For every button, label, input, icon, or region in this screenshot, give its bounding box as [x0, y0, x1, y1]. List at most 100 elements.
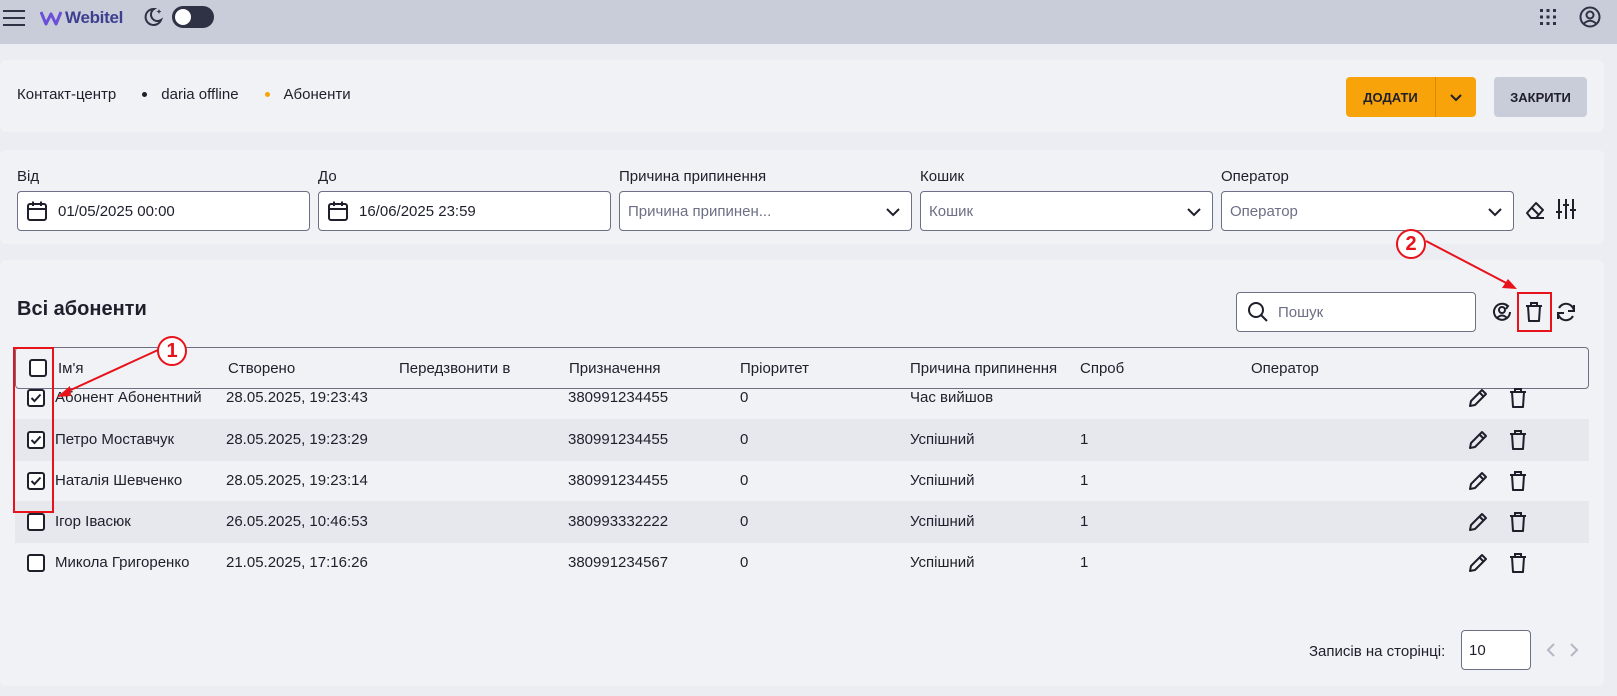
column-header-operator[interactable]: Оператор [1251, 360, 1319, 377]
column-header-priority[interactable]: Пріоритет [740, 360, 809, 377]
filter-from: Від 01/05/2025 00:00 [17, 168, 310, 231]
add-dropdown-button[interactable] [1436, 77, 1476, 117]
cell-reason: Успішний [910, 554, 975, 571]
table-row[interactable]: Наталія Шевченко 28.05.2025, 19:23:14 38… [15, 460, 1589, 502]
table-row[interactable]: Микола Григоренко 21.05.2025, 17:16:26 3… [15, 542, 1589, 584]
app-logo[interactable]: Webitel [40, 6, 123, 30]
refresh-icon[interactable] [1554, 300, 1578, 324]
pencil-icon[interactable] [1466, 551, 1490, 575]
breadcrumb-item: Абоненти [239, 86, 351, 103]
chevron-right-icon[interactable] [1567, 642, 1581, 658]
cell-reason: Успішний [910, 472, 975, 489]
hamburger-icon[interactable] [3, 8, 25, 28]
date-from-input[interactable]: 01/05/2025 00:00 [17, 191, 310, 231]
cell-priority: 0 [740, 389, 749, 406]
cell-name: Микола Григоренко [55, 554, 190, 571]
subscribers-table-panel: Всі абоненти Пошук Ім'я Створено Передзв… [0, 260, 1604, 686]
annotation-box-checkboxes [13, 347, 54, 513]
pencil-icon[interactable] [1466, 469, 1490, 493]
user-swap-icon[interactable] [1490, 300, 1514, 324]
breadcrumb-dot [264, 92, 270, 97]
cell-destination: 380991234455 [568, 472, 669, 489]
column-header-created[interactable]: Створено [228, 360, 295, 377]
column-header-destination[interactable]: Призначення [569, 360, 661, 377]
cell-attempts: 1 [1080, 431, 1089, 448]
pencil-icon[interactable] [1466, 510, 1490, 534]
theme-toggle[interactable] [172, 6, 214, 28]
add-button-group: ДОДАТИ [1346, 77, 1476, 117]
chevron-down-icon [1187, 208, 1201, 217]
sliders-icon[interactable] [1555, 197, 1577, 221]
cell-name: Петро Моставчук [55, 431, 175, 448]
filter-operator: Оператор Оператор [1221, 168, 1514, 231]
pencil-icon[interactable] [1466, 386, 1490, 410]
cell-name: Абонент Абонентний [55, 389, 202, 406]
reason-select[interactable]: Причина припинен... [619, 191, 912, 231]
date-to-input[interactable]: 16/06/2025 23:59 [318, 191, 611, 231]
filter-to: До 16/06/2025 23:59 [318, 168, 611, 231]
column-header-attempts[interactable]: Спроб [1080, 360, 1124, 377]
cart-select-placeholder: Кошик [929, 202, 974, 220]
cell-destination: 380991234455 [568, 431, 669, 448]
table-row[interactable]: Петро Моставчук 28.05.2025, 19:23:29 380… [15, 419, 1589, 461]
cell-created: 28.05.2025, 19:23:43 [226, 389, 368, 406]
top-bar: Webitel [0, 0, 1617, 44]
pencil-icon[interactable] [1466, 428, 1490, 452]
chevron-down-icon [886, 208, 900, 217]
operator-select[interactable]: Оператор [1221, 191, 1514, 231]
cell-reason: Успішний [910, 513, 975, 530]
trash-icon[interactable] [1506, 469, 1530, 493]
chevron-left-icon[interactable] [1544, 642, 1558, 658]
breadcrumb-label: daria offline [161, 86, 239, 103]
breadcrumb-label: Абоненти [283, 86, 351, 103]
column-header-callback[interactable]: Передзвонити в [399, 360, 510, 377]
cell-reason: Час вийшов [910, 389, 994, 406]
cell-name: Наталія Шевченко [55, 472, 183, 489]
filter-from-label: Від [17, 168, 40, 185]
account-icon[interactable] [1579, 6, 1601, 28]
date-from-value: 01/05/2025 00:00 [58, 202, 175, 220]
chevron-down-icon [1488, 208, 1502, 217]
search-input[interactable]: Пошук [1236, 292, 1476, 332]
cart-select[interactable]: Кошик [920, 191, 1213, 231]
cell-name: Ігор Івасюк [55, 513, 131, 530]
apps-grid-icon[interactable] [1539, 8, 1557, 26]
column-header-reason[interactable]: Причина припинення [910, 360, 1057, 377]
add-button[interactable]: ДОДАТИ [1346, 77, 1436, 117]
filter-cart-label: Кошик [920, 168, 965, 185]
calendar-icon [27, 201, 47, 221]
trash-icon[interactable] [1506, 510, 1530, 534]
cell-reason: Успішний [910, 431, 975, 448]
table-row[interactable]: Абонент Абонентний 28.05.2025, 19:23:43 … [15, 377, 1589, 419]
chevron-down-icon [1450, 94, 1462, 102]
row-checkbox[interactable] [27, 513, 45, 531]
table-title: Всі абоненти [17, 298, 147, 320]
column-header-name[interactable]: Ім'я [58, 360, 83, 377]
trash-icon[interactable] [1506, 428, 1530, 452]
table-row[interactable]: Ігор Івасюк 26.05.2025, 10:46:53 3809933… [15, 501, 1589, 543]
row-checkbox[interactable] [27, 554, 45, 572]
annotation-box-bulk-delete [1517, 292, 1552, 332]
cell-priority: 0 [740, 554, 749, 571]
cell-priority: 0 [740, 472, 749, 489]
per-page-input[interactable]: 10 [1461, 630, 1531, 670]
cell-attempts: 1 [1080, 513, 1089, 530]
operator-select-placeholder: Оператор [1230, 202, 1298, 220]
cell-created: 21.05.2025, 17:16:26 [226, 554, 368, 571]
cell-created: 26.05.2025, 10:46:53 [226, 513, 368, 530]
cell-priority: 0 [740, 513, 749, 530]
moon-icon [144, 7, 164, 26]
filter-to-label: До [318, 168, 337, 185]
breadcrumb-item[interactable]: Контакт-центр [17, 86, 116, 103]
cell-priority: 0 [740, 431, 749, 448]
close-button[interactable]: ЗАКРИТИ [1494, 77, 1587, 117]
search-placeholder: Пошук [1278, 303, 1324, 321]
search-icon [1248, 302, 1268, 322]
eraser-icon[interactable] [1524, 199, 1546, 221]
cell-attempts: 1 [1080, 554, 1089, 571]
breadcrumb-item[interactable]: daria offline [116, 86, 239, 103]
cell-attempts: 1 [1080, 472, 1089, 489]
trash-icon[interactable] [1506, 386, 1530, 410]
logo-icon [40, 11, 62, 26]
trash-icon[interactable] [1506, 551, 1530, 575]
